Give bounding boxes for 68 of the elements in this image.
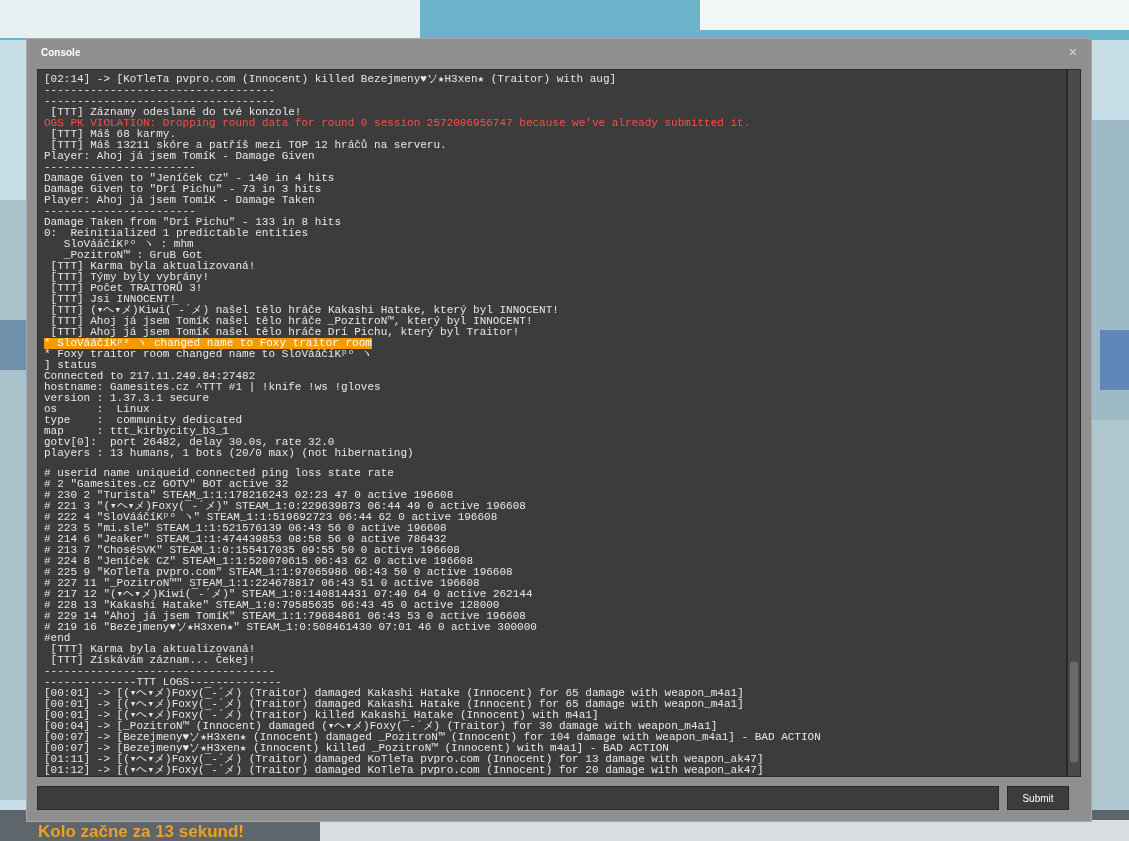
log-line: [00:07] -> [Bezejmeny♥ソ★H3xen★ (Innocent) killed _PozitroN™ (Innocent) with m4a1] - BAD ACTION [44, 743, 669, 754]
log-line: version : 1.37.3.1 secure [44, 393, 210, 404]
log-line: [00:07] -> [Bezejmeny♥ソ★H3xen★ (Innocent) damaged _PozitroN™ (Innocent) for 104 damage with weapon_m4a1] - BAD ACTION [44, 732, 821, 743]
log-line: ----------------------- [44, 162, 196, 173]
log-line: [TTT] Máš 13211 skóre a patříš mezi TOP 12 hráčů na serveru. [50, 140, 447, 151]
log-line: Damage Given to "Jeníček CZ" - 140 in 4 hits [44, 173, 335, 184]
log-line: SloVááčíKᵖᵒ ヽ : mhm [62, 239, 194, 250]
log-line: [TTT] Získávám záznam... Čekej! [49, 655, 256, 666]
log-line: # 228 13 "Kakashi Hatake" STEAM_1:0:79585635 06:43 45 0 active 128000 [44, 600, 500, 611]
log-line: players : 13 humans, 1 bots (20/0 max) (not hibernating) [44, 448, 414, 459]
log-line: ----------------------- [44, 206, 196, 217]
log-line: # 230 2 "Turista" STEAM_1:1:178216243 02:23 47 0 active 196608 [44, 490, 454, 501]
log-line: Damage Taken from "Drí Pichu" - 133 in 8 hits [44, 217, 342, 228]
log-line: # 2 "Gamesites.cz GOTV" BOT active 32 [44, 479, 289, 490]
log-line: # 227 11 "_PozitroN™" STEAM_1:1:224678817 06:43 51 0 active 196608 [44, 578, 480, 589]
log-line: os : Linux [44, 404, 150, 415]
log-line: _PozitroN™ : GruB Got [62, 250, 203, 261]
log-line: # 229 14 "Ahoj já jsem TomíK" STEAM_1:1:79684861 06:43 53 0 active 196608 [44, 611, 526, 622]
log-line: type : community dedicated [44, 415, 243, 426]
log-line: [TTT] Máš 68 karmy. [49, 129, 177, 140]
log-line: ----------------------------------- [44, 666, 276, 677]
log-line: [01:11] -> [(▾ヘ▾メ)Foxy(¯-´メ) (Traitor) damaged KoTleTa pvpro.com (Innocent) for 13 damage with weapon_ak47] [44, 754, 764, 765]
error-log-line: OGS PK VIOLATION: Dropping round data for round 0 session 2572006956747 because we've already submitted it. [44, 118, 751, 129]
window-title: Console [41, 45, 81, 60]
log-line: ----------------------------------- [44, 85, 276, 96]
log-line: # 224 8 "Jeníček CZ" STEAM_1:1:520070615 06:43 62 0 active 196608 [44, 556, 474, 567]
log-line: 0: Reinitialized 1 predictable entities [44, 228, 309, 239]
log-line: [TTT] Počet TRAITORŮ 3! [49, 283, 203, 294]
log-line: [00:04] -> [_PozitroN™ (Innocent) damaged (▾ヘ▾メ)Foxy(¯-´メ) (Traitor) for 30 damage with weapon_m4a1] [44, 721, 718, 732]
round-countdown-message: Kolo začne za 13 sekund! [38, 822, 244, 841]
log-line: --------------TTT LOGS-------------- [44, 677, 282, 688]
log-line: Damage Given to "Drí Pichu" - 73 in 3 hits [44, 184, 322, 195]
log-line: [TTT] Karma byla aktualizovaná! [49, 261, 256, 272]
log-line: hostname: Gamesites.cz ^TTT #1 | !knife !ws !gloves [44, 382, 381, 393]
log-line: [00:01] -> [(▾ヘ▾メ)Foxy(¯-´メ) (Traitor) damaged Kakashi Hatake (Innocent) for 65 damage with weapon_m4a1] [44, 699, 744, 710]
log-line: Player: Ahoj já jsem TomíK - Damage Taken [44, 195, 315, 206]
log-line: [TTT] Ahoj já jsem TomíK našel tělo hráče _PozitroN™, který byl INNOCENT! [49, 316, 533, 327]
log-line: [00:01] -> [(▾ヘ▾メ)Foxy(¯-´メ) (Traitor) killed Kakashi Hatake (Innocent) with m4a1] [44, 710, 599, 721]
log-line: # 219 16 "Bezejmeny♥ソ★H3xen★" STEAM_1:0:508461430 07:01 46 0 active 300000 [44, 622, 537, 633]
scrollbar-thumb[interactable] [1070, 662, 1078, 762]
log-line: # 214 6 "Jeaker" STEAM_1:1:474439853 08:58 56 0 active 786432 [44, 534, 447, 545]
log-line: [TTT] Týmy byly vybrány! [49, 272, 210, 283]
log-line: [TTT] (▾ヘ▾メ)Kiwi(¯-´メ) našel tělo hráče Kakashi Hatake, který byl INNOCENT! [49, 305, 559, 316]
log-line: #end [44, 633, 71, 644]
log-line: gotv[0]: port 26482, delay 30.0s, rate 32.0 [44, 437, 335, 448]
log-line: ] status [44, 360, 97, 371]
log-line: * Foxy traitor room changed name to SloVááčíKᵖᵒ ヽ [44, 349, 372, 360]
log-line: [01:12] -> [(▾ヘ▾メ)Foxy(¯-´メ) (Traitor) damaged KoTleTa pvpro.com (Innocent) for 20 damage with weapon_ak47] [44, 765, 764, 776]
log-line: [02:14] -> [KoTleTa pvpro.com (Innocent) killed Bezejmeny♥ソ★H3xen★ (Traitor) with aug] [44, 74, 617, 85]
log-line: # 217 12 "(▾ヘ▾メ)Kiwi(¯-´メ)" STEAM_1:0:140814431 07:40 64 0 active 262144 [44, 589, 533, 600]
log-line: # userid name uniqueid connected ping loss state rate [44, 468, 394, 479]
log-line: # 223 5 "mi.sle" STEAM_1:1:521576139 06:43 56 0 active 196608 [44, 523, 447, 534]
log-line: [TTT] Jsi INNOCENT! [49, 294, 177, 305]
log-line: [00:01] -> [(▾ヘ▾メ)Foxy(¯-´メ) (Traitor) damaged Kakashi Hatake (Innocent) for 65 damage with weapon_m4a1] [44, 688, 744, 699]
scrollbar[interactable] [1067, 69, 1081, 777]
log-line: [TTT] Záznamy odeslané do tvé konzole! [49, 107, 302, 118]
log-line: [TTT] Ahoj já jsem TomíK našel tělo hráče Drí Pichu, který byl Traitor! [49, 327, 520, 338]
log-line: # 225 9 "KoTleTa pvpro.com" STEAM_1:1:97065986 06:43 50 0 active 196608 [44, 567, 513, 578]
log-line: [TTT] Karma byla aktualizovaná! [49, 644, 256, 655]
log-line: Connected to 217.11.249.84:27482 [44, 371, 256, 382]
log-line: map : ttt_kirbycity_b3_1 [44, 426, 229, 437]
log-line: # 213 7 "ChoséSVK" STEAM_1:0:155417035 09:55 50 0 active 196608 [44, 545, 460, 556]
submit-button[interactable]: Submit [1007, 786, 1069, 810]
log-line: ----------------------------------- [44, 96, 276, 107]
log-line: # 221 3 "(▾ヘ▾メ)Foxy(¯-´メ)" STEAM_1:0:229639873 06:44 49 0 active 196608 [44, 501, 526, 512]
command-input-field[interactable] [37, 786, 999, 810]
log-line: # 222 4 "SloVááčíKᵖᵒ ヽ" STEAM_1:1:519692723 06:44 62 0 active 196608 [44, 512, 498, 523]
log-line: Player: Ahoj já jsem TomíK - Damage Given [44, 151, 315, 162]
